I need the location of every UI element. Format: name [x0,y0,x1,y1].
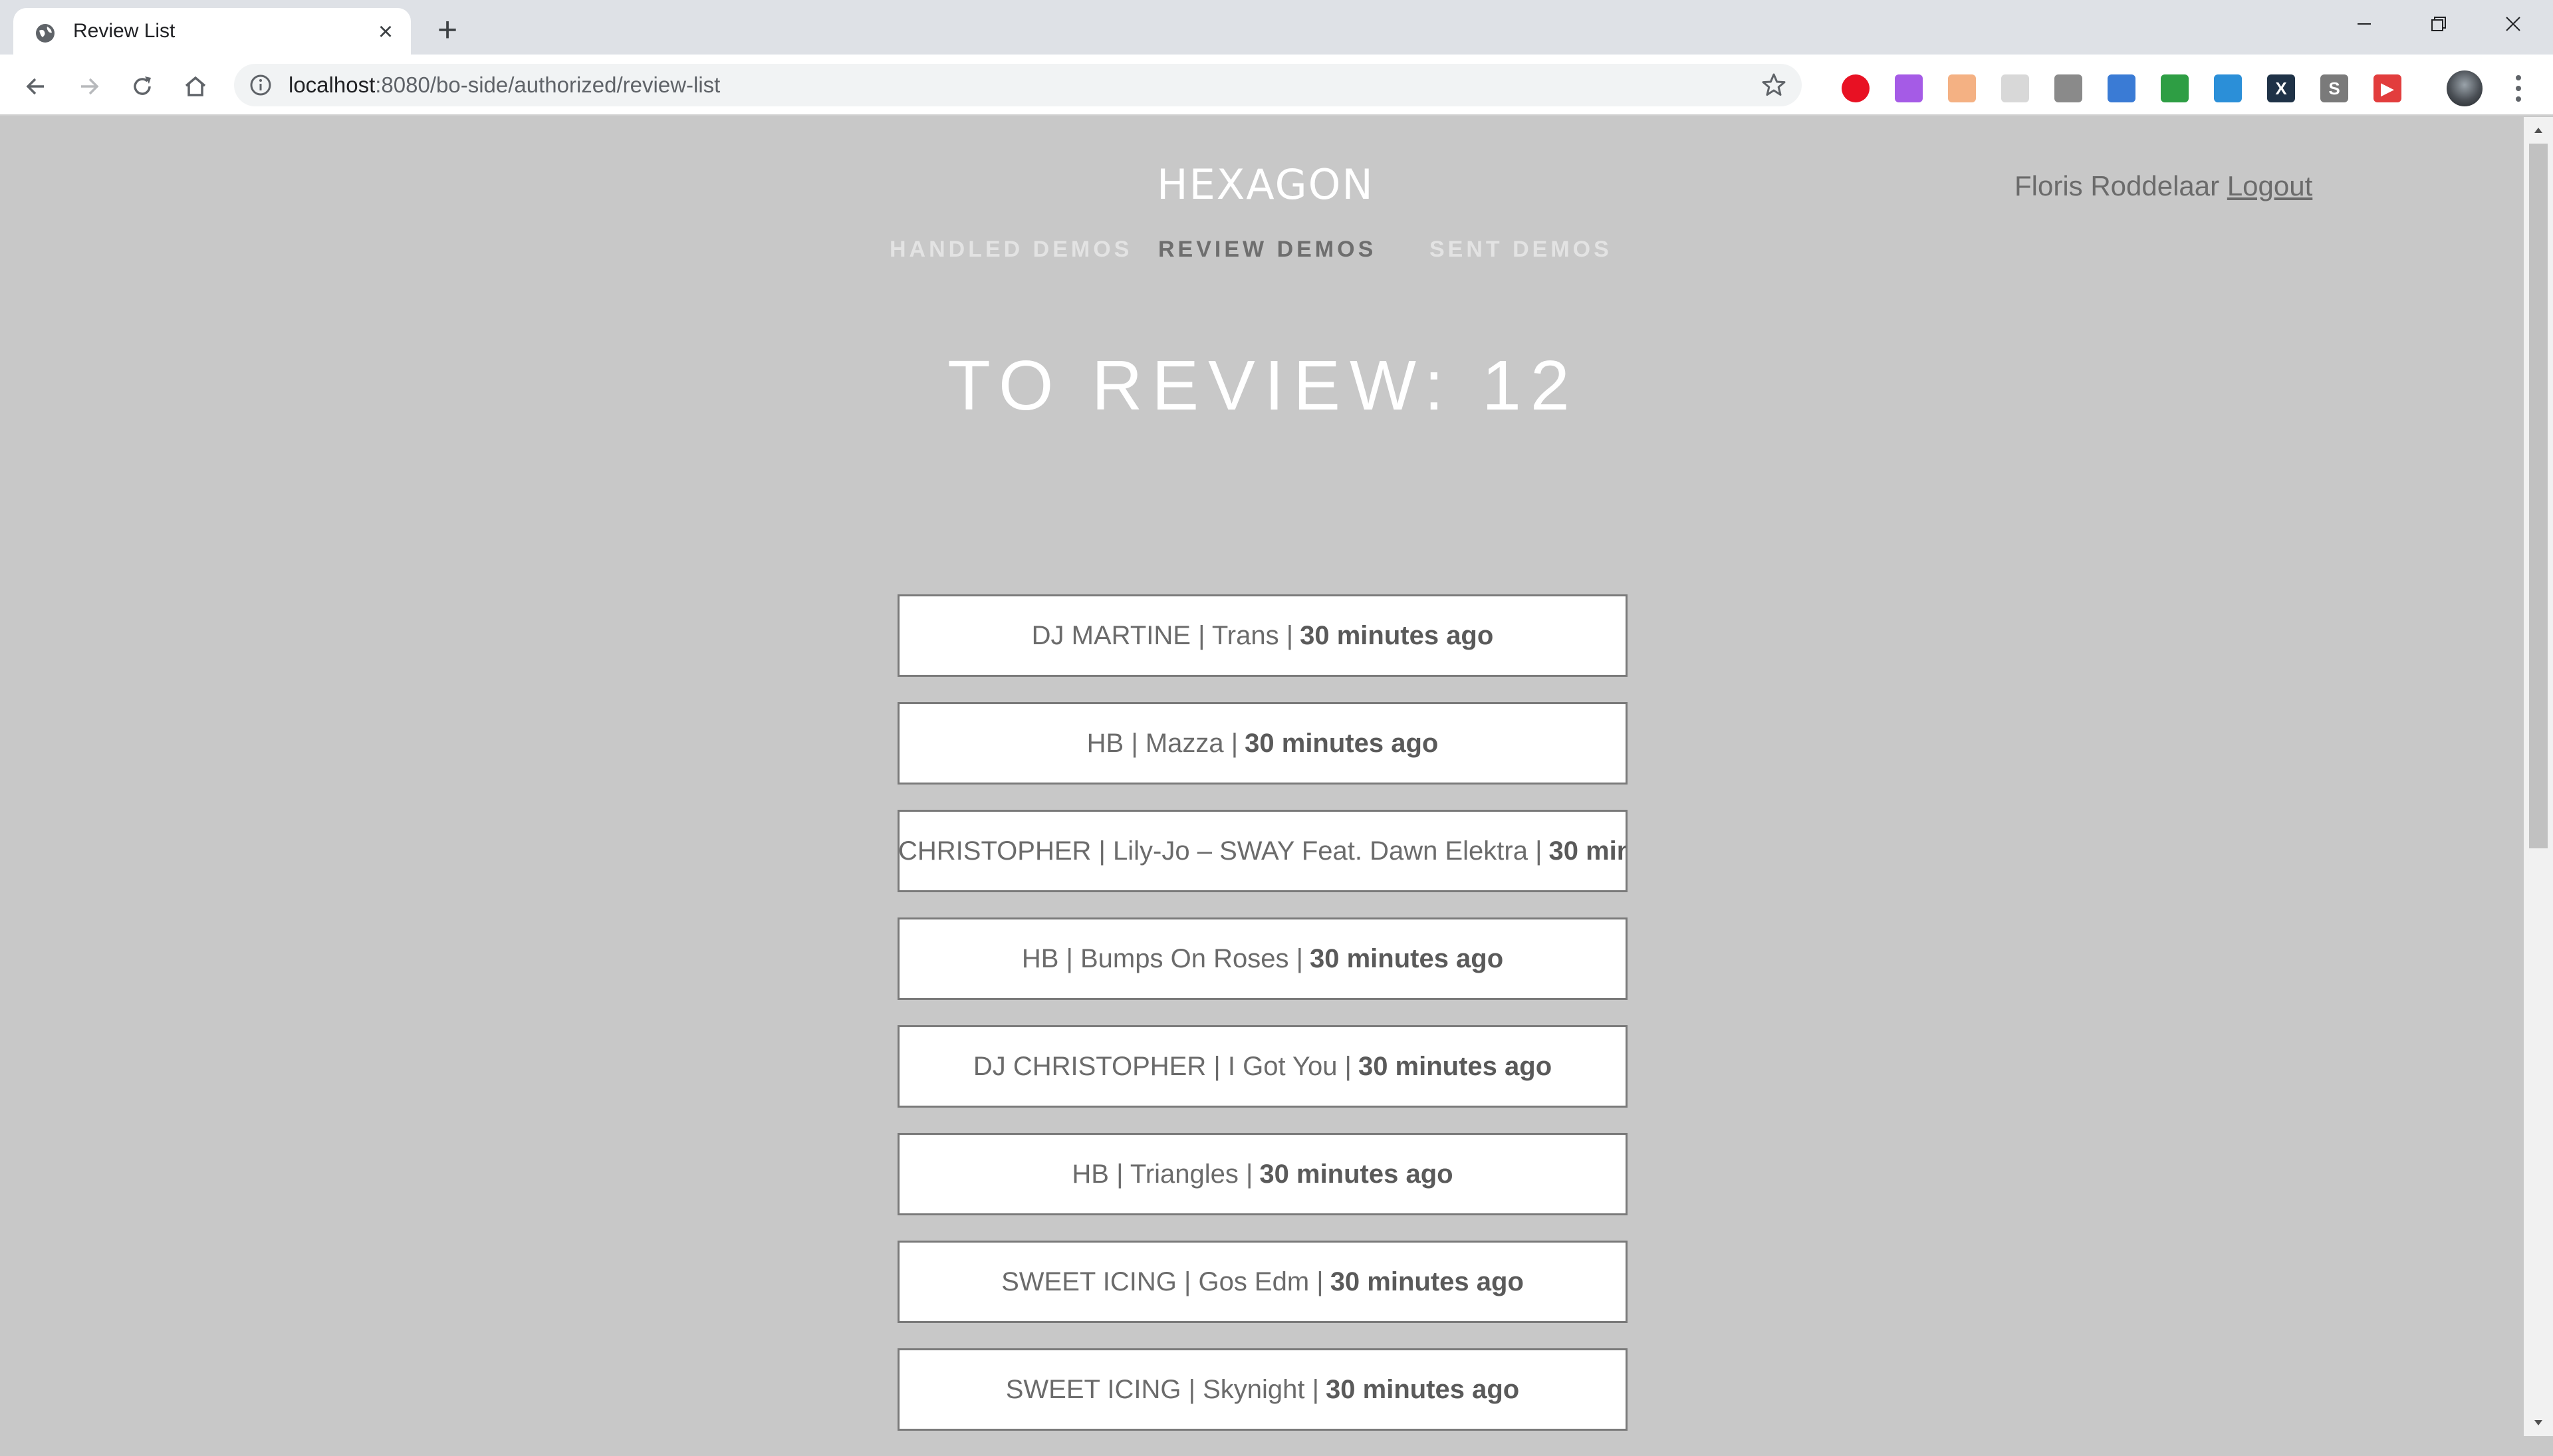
x-extension-icon[interactable]: X [2267,74,2295,102]
bookmark-star-icon[interactable] [1761,72,1787,98]
review-item-time: 30 minutes ago [1300,620,1494,650]
tab-close-icon[interactable]: × [374,19,398,45]
reload-icon[interactable] [124,68,161,105]
browser-menu-icon[interactable] [2505,69,2532,108]
scrollbar-thumb[interactable] [2529,144,2548,848]
tab-title: Review List [73,20,176,42]
review-item-text: DJ CHRISTOPHER | I Got You | [973,1051,1352,1081]
review-count-heading: TO REVIEW: 12 [947,346,1579,425]
user-name: Floris Roddelaar [2014,170,2220,201]
review-item[interactable]: DJ MARTINE | Trans | 30 minutes ago [898,594,1628,677]
review-item-text: DJ MARTINE | Trans | [1031,620,1294,650]
leaf-extension-icon[interactable] [2161,74,2189,102]
review-item-text: SWEET ICING | Gos Edm | [1001,1267,1324,1296]
compass-extension-icon[interactable] [2108,74,2135,102]
new-tab-icon[interactable]: + [431,13,464,47]
review-item-time: 30 minutes ago [1259,1159,1453,1189]
review-item[interactable]: HB | Triangles | 30 minutes ago [898,1133,1628,1215]
url-path: :8080/bo-side/authorized/review-list [375,72,721,97]
review-item[interactable]: HB | Bumps On Roses | 30 minutes ago [898,917,1628,1000]
url-text[interactable]: localhost:8080/bo-side/authorized/review… [289,64,720,106]
s-extension-icon[interactable]: S [2320,74,2348,102]
review-item-time: 30 minutes ago [1548,836,1626,866]
review-item-text: HB | Triangles | [1072,1159,1253,1189]
settings-extension-icon[interactable] [2054,74,2082,102]
review-item[interactable]: DJ CHRISTOPHER | I Got You | 30 minutes a… [898,1025,1628,1108]
review-item-text: DJ CHRISTOPHER | Lily-Jo – SWAY Feat. Da… [898,836,1542,866]
forward-icon[interactable] [70,68,108,105]
monitor-extension-icon[interactable] [2214,74,2242,102]
review-list: DJ MARTINE | Trans | 30 minutes ago HB | … [898,594,1628,1456]
page-content: HEXAGON Floris Roddelaar Logout HANDLED … [0,117,2524,1436]
review-item-time: 30 minutes ago [1309,943,1504,973]
review-item-text: SWEET ICING | Skynight | [1005,1374,1320,1404]
page-scrollbar[interactable] [2524,117,2553,1436]
review-item[interactable]: HB | Mazza | 30 minutes ago [898,702,1628,785]
restore-window-icon[interactable] [2401,0,2476,48]
nav-sent-demos[interactable]: SENT DEMOS [1429,237,1612,263]
browser-tab-bar: Review List × + [0,0,2553,55]
review-item-text: HB | Mazza | [1086,728,1239,758]
globe-icon [36,24,55,43]
review-item[interactable]: DJ CHRISTOPHER | Lily-Jo – SWAY Feat. Da… [898,810,1628,892]
user-area: Floris Roddelaar Logout [2014,170,2312,202]
minimize-window-icon[interactable] [2327,0,2401,48]
scroll-down-arrow-icon[interactable] [2524,1409,2553,1436]
review-item[interactable]: SWEET ICING | Skynight | 30 minutes ago [898,1348,1628,1431]
review-item[interactable]: SWEET ICING | Gos Edm | 30 minutes ago [898,1241,1628,1323]
browser-tab[interactable]: Review List × [13,8,411,55]
info-icon[interactable] [249,73,273,97]
review-item-time: 30 minutes ago [1330,1267,1524,1296]
close-window-icon[interactable] [2476,0,2550,48]
review-item-time: 30 minutes ago [1245,728,1439,758]
home-icon[interactable] [177,68,214,105]
review-item-time: 30 minutes ago [1358,1051,1552,1081]
profile-avatar[interactable] [2447,70,2483,106]
scroll-up-arrow-icon[interactable] [2524,117,2553,144]
nav-review-demos[interactable]: REVIEW DEMOS [1158,237,1376,263]
review-item-time: 30 minutes ago [1326,1374,1520,1404]
hexagon-logo[interactable]: HEXAGON [1157,164,1373,206]
calendar-extension-icon[interactable] [1948,74,1976,102]
back-icon[interactable] [17,68,55,105]
pattern-extension-icon[interactable] [2001,74,2029,102]
review-item-text: HB | Bumps On Roses | [1021,943,1303,973]
address-bar[interactable]: localhost:8080/bo-side/authorized/review… [234,64,1802,106]
paint-extension-icon[interactable] [1895,74,1923,102]
opera-extension-icon[interactable] [1842,74,1870,102]
play-extension-icon[interactable]: ▶ [2373,74,2401,102]
logout-link[interactable]: Logout [2227,170,2312,201]
browser-toolbar: localhost:8080/bo-side/authorized/review… [0,55,2553,116]
nav-handled-demos[interactable]: HANDLED DEMOS [890,237,1132,263]
url-host: localhost [289,72,376,97]
